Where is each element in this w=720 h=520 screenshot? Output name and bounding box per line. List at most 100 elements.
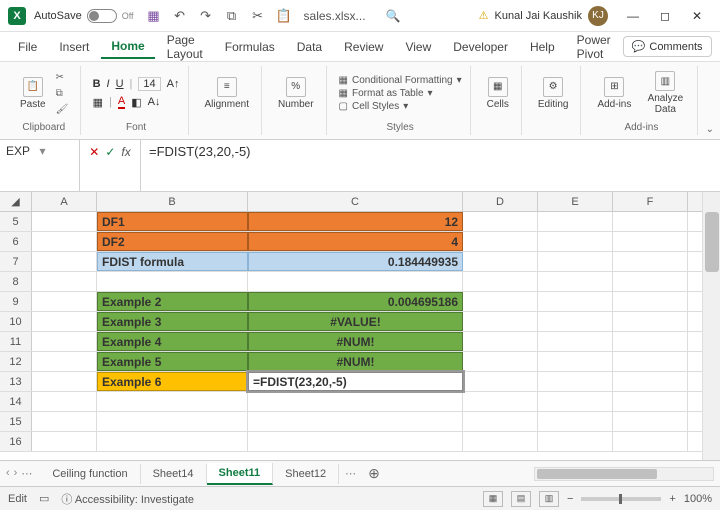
format-painter-icon[interactable]: 🖌 — [56, 102, 72, 116]
cell[interactable] — [32, 412, 97, 431]
cell[interactable] — [32, 372, 97, 391]
cut-icon[interactable]: ✂ — [56, 70, 72, 84]
cell[interactable] — [463, 332, 538, 351]
cell[interactable] — [613, 272, 688, 291]
normal-view-icon[interactable]: ▦ — [483, 491, 503, 507]
tab-developer[interactable]: Developer — [443, 36, 518, 58]
row-header[interactable]: 14 — [0, 392, 32, 411]
cell[interactable] — [613, 392, 688, 411]
cut-icon[interactable]: ✂ — [250, 8, 266, 24]
cell[interactable] — [463, 312, 538, 331]
cells-button[interactable]: ▦ Cells — [483, 75, 513, 112]
cell[interactable] — [248, 392, 463, 411]
cell[interactable] — [538, 292, 613, 311]
cell[interactable] — [32, 352, 97, 371]
undo-icon[interactable]: ↶ — [172, 8, 188, 24]
cell[interactable]: Example 4 — [97, 332, 248, 351]
editing-button[interactable]: ⚙ Editing — [534, 75, 573, 112]
cell[interactable]: Example 6 — [97, 372, 248, 391]
maximize-button[interactable]: ◻ — [650, 4, 680, 28]
cell[interactable]: 0.004695186 — [248, 292, 463, 311]
add-sheet-button[interactable]: ⊕ — [368, 465, 380, 482]
save-icon[interactable]: ▦ — [146, 8, 162, 24]
name-box[interactable]: EXP ▾ — [0, 140, 80, 191]
cell[interactable] — [538, 432, 613, 451]
cell[interactable] — [97, 412, 248, 431]
conditional-formatting-button[interactable]: ▦Conditional Formatting▾ — [339, 75, 462, 86]
select-all-triangle[interactable]: ◢ — [0, 192, 32, 211]
close-button[interactable]: ✕ — [682, 4, 712, 28]
cell[interactable]: Example 3 — [97, 312, 248, 331]
cell[interactable] — [538, 212, 613, 231]
cell[interactable]: 4 — [248, 232, 463, 251]
collapse-ribbon-icon[interactable]: ⌄ — [706, 124, 714, 135]
number-button[interactable]: % Number — [274, 75, 318, 112]
font-size-box[interactable]: 14 — [138, 77, 160, 91]
comments-button[interactable]: 💬 Comments — [623, 36, 712, 57]
cell[interactable] — [613, 352, 688, 371]
toggle-icon[interactable] — [87, 9, 117, 23]
cell[interactable] — [463, 252, 538, 271]
sheet-nav-prev-icon[interactable]: ‹ — [6, 467, 10, 480]
sheet-nav-next-icon[interactable]: › — [14, 467, 18, 480]
row-header[interactable]: 13 — [0, 372, 32, 391]
cell[interactable] — [538, 352, 613, 371]
column-header[interactable]: D — [463, 192, 538, 211]
tab-insert[interactable]: Insert — [49, 36, 99, 58]
sheet-tab[interactable]: Sheet12 — [273, 464, 339, 484]
cell[interactable]: Example 2 — [97, 292, 248, 311]
scrollbar-thumb[interactable] — [705, 212, 719, 272]
row-header[interactable]: 9 — [0, 292, 32, 311]
analyze-data-button[interactable]: ▥ Analyze Data — [641, 69, 689, 117]
sheet-nav-more-icon[interactable]: ⋯ — [345, 467, 356, 480]
search-icon[interactable]: 🔍 — [386, 9, 401, 23]
cell[interactable] — [32, 232, 97, 251]
accept-formula-icon[interactable]: ✓ — [105, 145, 115, 159]
column-header[interactable]: B — [97, 192, 248, 211]
row-header[interactable]: 12 — [0, 352, 32, 371]
scrollbar-thumb[interactable] — [537, 469, 657, 479]
underline-button[interactable]: U — [116, 78, 124, 90]
cell[interactable] — [463, 392, 538, 411]
cell[interactable] — [613, 252, 688, 271]
cell[interactable] — [463, 412, 538, 431]
cell[interactable] — [97, 392, 248, 411]
border-icon[interactable]: ▦ — [93, 96, 103, 109]
zoom-in-icon[interactable]: + — [669, 493, 675, 505]
user-account[interactable]: ⚠ Kunal Jai Kaushik KJ — [479, 6, 608, 26]
cell[interactable] — [463, 372, 538, 391]
cell[interactable] — [538, 272, 613, 291]
row-header[interactable]: 10 — [0, 312, 32, 331]
cell[interactable] — [538, 372, 613, 391]
increase-font-icon[interactable]: A↑ — [167, 78, 180, 90]
zoom-out-icon[interactable]: − — [567, 493, 573, 505]
cell[interactable] — [97, 432, 248, 451]
redo-icon[interactable]: ↷ — [198, 8, 214, 24]
cell[interactable] — [248, 272, 463, 291]
cell[interactable] — [97, 272, 248, 291]
cell[interactable] — [613, 312, 688, 331]
tab-power-pivot[interactable]: Power Pivot — [567, 29, 621, 65]
column-header[interactable]: F — [613, 192, 688, 211]
cell[interactable]: #NUM! — [248, 352, 463, 371]
cell[interactable] — [32, 272, 97, 291]
horizontal-scrollbar[interactable] — [534, 467, 714, 481]
cell[interactable] — [538, 392, 613, 411]
minimize-button[interactable]: — — [618, 4, 648, 28]
sheet-tab[interactable]: Ceiling function — [40, 464, 140, 484]
cell[interactable]: DF1 — [97, 212, 248, 231]
cell[interactable]: #NUM! — [248, 332, 463, 351]
cell[interactable] — [32, 292, 97, 311]
chevron-down-icon[interactable]: ▾ — [40, 144, 74, 158]
tab-file[interactable]: File — [8, 36, 47, 58]
cell[interactable] — [613, 412, 688, 431]
cell[interactable] — [32, 212, 97, 231]
alignment-button[interactable]: ≡ Alignment — [201, 75, 253, 112]
copy-icon[interactable]: ⧉ — [56, 86, 72, 100]
tab-data[interactable]: Data — [287, 36, 332, 58]
paste-icon[interactable]: 📋 — [276, 8, 292, 24]
row-header[interactable]: 11 — [0, 332, 32, 351]
sheet-tab-active[interactable]: Sheet11 — [207, 463, 274, 485]
vertical-scrollbar[interactable] — [702, 192, 720, 460]
cell-styles-button[interactable]: ▢Cell Styles▾ — [339, 101, 462, 112]
